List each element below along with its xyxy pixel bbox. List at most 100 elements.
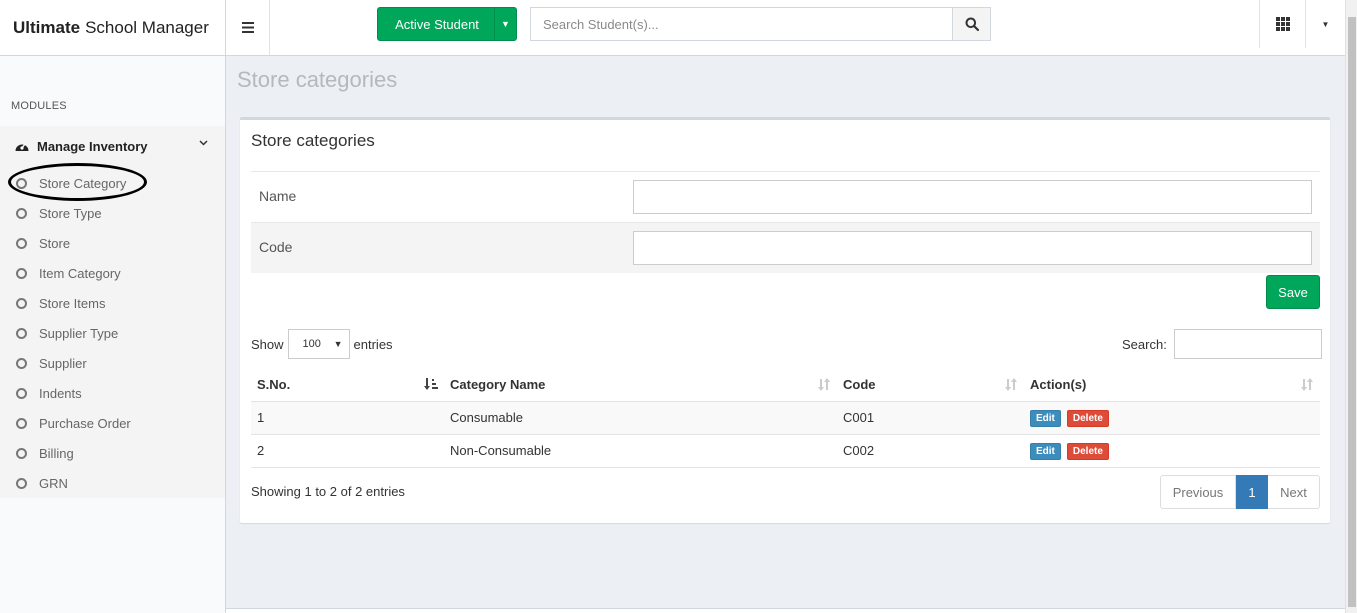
card-title: Store categories [251, 131, 375, 150]
window-scrollbar[interactable] [1345, 0, 1357, 613]
circle-icon [16, 447, 27, 459]
column-header-label: S.No. [257, 377, 291, 393]
sidebar-item-billing[interactable]: Billing [16, 443, 74, 463]
sidebar-item-label: Supplier Type [39, 325, 119, 341]
edit-button[interactable]: Edit [1030, 442, 1061, 460]
top-header: Ultimate School Manager Active Student ▼… [0, 0, 1357, 56]
sidebar-item-label: Store [39, 235, 71, 251]
page-1-button[interactable]: 1 [1236, 475, 1268, 509]
cell-sno: 2 [251, 434, 444, 468]
pagination: Previous 1 Next [1160, 475, 1320, 509]
column-header-label: Action(s) [1030, 377, 1087, 393]
code-input[interactable] [633, 231, 1312, 265]
dashboard-icon [15, 143, 29, 151]
code-label: Code [259, 239, 293, 255]
sort-asc-icon [424, 378, 438, 390]
sidebar-item-label: Purchase Order [39, 415, 131, 431]
table-info: Showing 1 to 2 of 2 entries [251, 484, 405, 499]
entries-length-control: Show 100 ▼ entries [251, 329, 393, 359]
table-search: Search: [1122, 329, 1322, 359]
entries-select[interactable]: 100 ▼ [287, 329, 350, 359]
hamburger-icon [241, 22, 254, 33]
student-search-input[interactable] [530, 7, 952, 41]
brand-logo[interactable]: Ultimate School Manager [0, 0, 226, 55]
sidebar-item-purchase-order[interactable]: Purchase Order [16, 413, 131, 433]
cell-code: C001 [837, 401, 1024, 435]
sidebar-item-indents[interactable]: Indents [16, 383, 82, 403]
cell-actions: Edit Delete [1024, 401, 1320, 435]
caret-down-icon[interactable]: ▼ [494, 8, 516, 40]
sidebar-item-supplier[interactable]: Supplier [16, 353, 87, 373]
table-row: 2 Non-Consumable C002 Edit Delete [251, 434, 1320, 468]
menu-toggle-button[interactable] [226, 0, 270, 55]
sidebar-section-title: MODULES [11, 100, 67, 112]
active-student-button[interactable]: Active Student ▼ [377, 7, 517, 41]
scrollbar-thumb[interactable] [1348, 17, 1356, 607]
sidebar-item-store-items[interactable]: Store Items [16, 293, 105, 313]
sidebar-group-manage-inventory[interactable]: Manage Inventory [14, 136, 214, 156]
search-button[interactable] [952, 7, 991, 41]
circle-icon [16, 297, 27, 309]
circle-icon [16, 387, 27, 399]
save-button[interactable]: Save [1266, 275, 1320, 309]
cell-category-name: Consumable [444, 401, 837, 435]
delete-button[interactable]: Delete [1066, 442, 1109, 460]
name-label: Name [259, 188, 297, 204]
sidebar-item-label: Supplier [39, 355, 87, 371]
sidebar-item-grn[interactable]: GRN [16, 473, 68, 493]
active-student-label: Active Student [395, 16, 479, 32]
apps-button[interactable] [1259, 0, 1305, 48]
table-header-row: S.No. Category Name Code Action(s) [251, 369, 1320, 402]
edit-button[interactable]: Edit [1030, 409, 1061, 427]
circle-icon [16, 477, 27, 489]
circle-icon [16, 267, 27, 279]
circle-icon [16, 417, 27, 429]
entries-label: entries [353, 336, 393, 352]
brand-rest: School Manager [85, 17, 209, 37]
select-caret-icon: ▼ [333, 339, 343, 349]
store-categories-card: Store categories Name Code Save Show 100… [240, 117, 1330, 523]
column-header-label: Code [843, 377, 876, 393]
sidebar-item-item-category[interactable]: Item Category [16, 263, 121, 283]
sidebar-item-label: Store Type [39, 205, 102, 221]
sidebar-item-label: Store Items [39, 295, 106, 311]
circle-icon [16, 357, 27, 369]
previous-page-button[interactable]: Previous [1160, 475, 1236, 509]
categories-table: S.No. Category Name Code Action(s) 1 Con… [251, 369, 1320, 468]
entries-select-value: 100 [302, 338, 321, 350]
footer-edge [226, 608, 1345, 613]
sidebar-item-store[interactable]: Store [16, 233, 70, 253]
column-header-sno[interactable]: S.No. [251, 369, 444, 402]
name-input[interactable] [633, 180, 1312, 214]
table-row: 1 Consumable C001 Edit Delete [251, 401, 1320, 435]
column-header-category-name[interactable]: Category Name [444, 369, 837, 402]
cell-code: C002 [837, 434, 1024, 468]
sidebar-item-supplier-type[interactable]: Supplier Type [16, 323, 118, 343]
sidebar-item-label: GRN [39, 475, 68, 491]
sort-both-icon [818, 378, 830, 391]
table-search-label: Search: [1122, 336, 1167, 352]
sidebar-item-store-type[interactable]: Store Type [16, 203, 102, 223]
circle-icon [16, 207, 27, 219]
cell-sno: 1 [251, 401, 444, 435]
student-search [530, 7, 991, 41]
code-form-row: Code [251, 222, 1320, 273]
cell-category-name: Non-Consumable [444, 434, 837, 468]
sort-both-icon [1301, 378, 1313, 391]
sort-both-icon [1005, 378, 1017, 391]
table-search-input[interactable] [1173, 329, 1322, 359]
annotation-highlight-ring [8, 163, 147, 201]
show-label: Show [251, 336, 284, 352]
column-header-code[interactable]: Code [837, 369, 1024, 402]
delete-button[interactable]: Delete [1066, 409, 1109, 427]
next-page-button[interactable]: Next [1268, 475, 1320, 509]
chevron-down-icon [199, 140, 208, 146]
cell-actions: Edit Delete [1024, 434, 1320, 468]
name-form-row: Name [251, 171, 1320, 222]
column-header-actions[interactable]: Action(s) [1024, 369, 1320, 402]
user-menu-caret-icon[interactable]: ▼ [1305, 0, 1345, 48]
search-icon [965, 17, 979, 31]
circle-icon [16, 327, 27, 339]
page-title: Store categories [237, 67, 398, 92]
sidebar-item-label: Indents [39, 385, 82, 401]
